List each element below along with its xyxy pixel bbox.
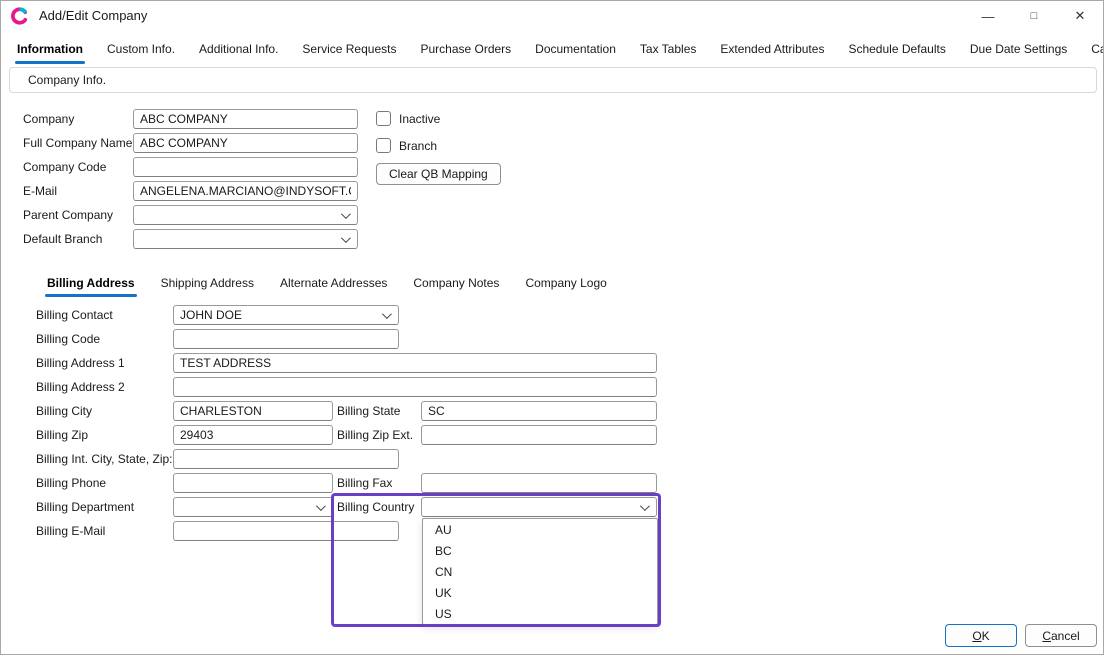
billing-country-options-list: AU BC CN UK US [422,518,658,625]
app-logo-icon [11,7,29,25]
company-code-input[interactable] [133,157,358,177]
tab-tax-tables[interactable]: Tax Tables [638,37,698,65]
email-label: E-Mail [23,184,57,198]
checkbox-unchecked-icon [376,111,391,126]
address-tabstrip: Billing Address Shipping Address Alterna… [45,272,609,299]
tab-custom-info[interactable]: Custom Info. [105,37,177,65]
billing-phone-input[interactable] [173,473,333,493]
billing-department-select[interactable] [173,497,333,517]
tab-additional-info[interactable]: Additional Info. [197,37,280,65]
billing-country-label: Billing Country [337,500,414,514]
billing-contact-select[interactable]: JOHN DOE [173,305,399,325]
cancel-button-label-rest: ancel [1051,629,1080,643]
country-option-us[interactable]: US [423,604,657,625]
checkbox-unchecked-icon [376,138,391,153]
billing-code-label: Billing Code [36,332,100,346]
country-option-bc[interactable]: BC [423,541,657,562]
billing-address1-label: Billing Address 1 [36,356,125,370]
tab-shipping-address[interactable]: Shipping Address [159,272,256,299]
billing-intl-label: Billing Int. City, State, Zip: [36,452,173,466]
tab-schedule-defaults[interactable]: Schedule Defaults [846,37,947,65]
tab-billing-address[interactable]: Billing Address [45,272,137,299]
add-edit-company-dialog: Add/Edit Company — □ ✕ Information Custo… [0,0,1104,655]
tab-capabilities[interactable]: Capabilities [1089,37,1104,65]
billing-state-label: Billing State [337,404,400,418]
billing-contact-value: JOHN DOE [180,308,242,322]
billing-address2-input[interactable] [173,377,657,397]
branch-checkbox[interactable]: Branch [376,138,437,153]
billing-phone-label: Billing Phone [36,476,106,490]
ok-button-label: O [972,629,981,643]
country-option-uk[interactable]: UK [423,583,657,604]
company-input[interactable] [133,109,358,129]
tab-due-date-settings[interactable]: Due Date Settings [968,37,1069,65]
branch-label: Branch [399,139,437,153]
email-input[interactable] [133,181,358,201]
tab-service-requests[interactable]: Service Requests [300,37,398,65]
billing-fax-input[interactable] [421,473,657,493]
billing-address1-input[interactable] [173,353,657,373]
billing-state-input[interactable] [421,401,657,421]
billing-city-input[interactable] [173,401,333,421]
clear-qb-mapping-button[interactable]: Clear QB Mapping [376,163,501,185]
minimize-button[interactable]: — [965,1,1011,31]
billing-city-label: Billing City [36,404,92,418]
default-branch-select[interactable] [133,229,358,249]
billing-zip-label: Billing Zip [36,428,88,442]
billing-department-label: Billing Department [36,500,134,514]
billing-zip-input[interactable] [173,425,333,445]
titlebar: Add/Edit Company — □ ✕ [1,1,1103,31]
chevron-down-icon [640,501,650,511]
tab-company-logo[interactable]: Company Logo [523,272,608,299]
billing-email-input[interactable] [173,521,399,541]
tab-documentation[interactable]: Documentation [533,37,618,65]
inactive-checkbox[interactable]: Inactive [376,111,440,126]
ok-button-label-rest: K [982,629,990,643]
billing-code-input[interactable] [173,329,399,349]
billing-intl-input[interactable] [173,449,399,469]
company-code-label: Company Code [23,160,106,174]
billing-zip-ext-input[interactable] [421,425,657,445]
billing-address2-label: Billing Address 2 [36,380,125,394]
chevron-down-icon [316,501,326,511]
chevron-down-icon [341,209,351,219]
billing-email-label: Billing E-Mail [36,524,105,538]
billing-fax-label: Billing Fax [337,476,392,490]
maximize-button[interactable]: □ [1011,1,1057,31]
billing-contact-label: Billing Contact [36,308,113,322]
company-label: Company [23,112,74,126]
billing-zip-ext-label: Billing Zip Ext. [337,428,413,442]
main-tabstrip: Information Custom Info. Additional Info… [9,37,1103,65]
full-company-name-label: Full Company Name [23,136,132,150]
parent-company-label: Parent Company [23,208,113,222]
cancel-button[interactable]: Cancel [1025,624,1097,647]
cancel-button-label: C [1042,629,1051,643]
chevron-down-icon [382,309,392,319]
company-info-group-header: Company Info. [9,67,1097,93]
tab-information[interactable]: Information [15,37,85,65]
billing-country-select[interactable] [421,497,657,517]
close-button[interactable]: ✕ [1057,1,1103,31]
tab-company-notes[interactable]: Company Notes [411,272,501,299]
window-title: Add/Edit Company [39,8,147,23]
window-controls: — □ ✕ [965,1,1103,31]
chevron-down-icon [341,233,351,243]
full-company-name-input[interactable] [133,133,358,153]
tab-purchase-orders[interactable]: Purchase Orders [418,37,513,65]
ok-button[interactable]: OK [945,624,1017,647]
tab-extended-attributes[interactable]: Extended Attributes [718,37,826,65]
tab-alternate-addresses[interactable]: Alternate Addresses [278,272,389,299]
country-option-au[interactable]: AU [423,520,657,541]
group-header-title: Company Info. [28,73,106,87]
parent-company-select[interactable] [133,205,358,225]
default-branch-label: Default Branch [23,232,102,246]
country-option-cn[interactable]: CN [423,562,657,583]
inactive-label: Inactive [399,112,440,126]
